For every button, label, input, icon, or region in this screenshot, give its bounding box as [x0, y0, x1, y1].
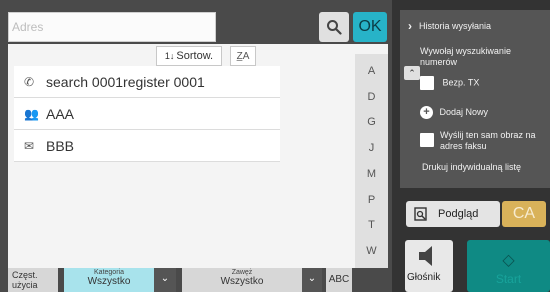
direct-tx-checkbox[interactable]: [420, 76, 434, 90]
address-list-area: 1↓ Sortow. Z̲A ✆ search 0001register 000…: [8, 44, 388, 268]
search-button[interactable]: [319, 12, 349, 42]
speaker-icon: [419, 246, 432, 266]
preview-icon: [414, 207, 427, 221]
sort-order-button[interactable]: Z̲A: [230, 46, 256, 66]
phone-icon: ✆: [24, 74, 35, 89]
tab-category[interactable]: Kategoria Wszystko: [64, 268, 154, 292]
index-letter-t[interactable]: T: [368, 219, 375, 231]
sort-order-icon: Z̲A: [236, 50, 250, 62]
speaker-button[interactable]: [405, 240, 453, 292]
list-item[interactable]: ✉ BBB: [14, 130, 280, 162]
list-item-label: search 0001register 0001: [46, 73, 205, 90]
alphabet-index: A D G J M P T W: [355, 54, 388, 268]
address-list: ✆ search 0001register 0001 👥 AAA ✉ BBB: [14, 66, 280, 162]
list-item-label: BBB: [46, 137, 75, 154]
sort-label: Sortow.: [176, 50, 214, 62]
direct-tx-label: Bezp. TX: [442, 77, 480, 88]
index-letter-w[interactable]: W: [366, 245, 376, 257]
plus-icon: +: [420, 106, 433, 119]
number-search-label: Wywołaj wyszukiwanie numerów: [420, 46, 511, 67]
print-list-label: Drukuj indywidualną listę: [422, 162, 522, 172]
ca-button[interactable]: CA: [502, 201, 546, 227]
preview-button[interactable]: Podgląd: [406, 201, 500, 227]
list-item-label: AAA: [46, 105, 75, 122]
bottom-tab-bar: Częst. użycia Kategoria Wszystko ⌄ Zawęż…: [8, 268, 388, 292]
list-item[interactable]: ✆ search 0001register 0001: [14, 66, 280, 98]
add-new-label: Dodaj Nowy: [439, 106, 489, 117]
address-input[interactable]: Adres: [8, 12, 216, 42]
address-book-panel: Adres OK 1↓ Sortow. Z̲A ✆ search 0001reg…: [0, 0, 392, 292]
narrow-dropdown-button[interactable]: ⌄: [302, 268, 322, 292]
direct-tx-option[interactable]: Bezp. TX: [420, 76, 479, 90]
chevron-down-icon: ⌄: [160, 273, 170, 284]
list-item[interactable]: 👥 AAA: [14, 98, 280, 130]
index-letter-a[interactable]: A: [368, 65, 375, 77]
index-letter-d[interactable]: D: [368, 91, 376, 103]
chevron-down-icon: ⌄: [307, 273, 317, 284]
tab-category-label: Kategoria: [94, 269, 124, 276]
tab-abc[interactable]: ABC: [326, 268, 352, 292]
tab-narrow-label: Zawęż: [231, 269, 253, 276]
tab-abc-label: ABC: [328, 274, 350, 285]
send-same-option[interactable]: Wyślij ten sam obraz na adres faksu: [420, 130, 548, 152]
scroll-up-button[interactable]: ⌃: [404, 66, 420, 80]
index-letter-p[interactable]: P: [368, 194, 375, 206]
index-letter-m[interactable]: M: [367, 168, 376, 180]
ok-button[interactable]: OK: [353, 12, 387, 42]
preview-label: Podgląd: [438, 208, 479, 220]
send-same-label: Wyślij ten sam obraz na adres faksu: [440, 130, 536, 151]
start-label: Start: [495, 272, 522, 286]
history-button[interactable]: › Historia wysyłania: [408, 18, 491, 34]
add-new-option[interactable]: + Dodaj Nowy: [420, 106, 488, 119]
history-label: Historia wysyłania: [419, 21, 492, 31]
index-letter-j[interactable]: J: [369, 142, 375, 154]
tab-category-value: Wszystko: [87, 276, 131, 287]
number-search-option[interactable]: Wywołaj wyszukiwanie numerów: [420, 46, 548, 68]
search-icon: [327, 20, 342, 35]
chevron-up-icon: ⌃: [408, 67, 416, 78]
start-icon: ◇: [502, 252, 515, 269]
category-dropdown-button[interactable]: ⌄: [154, 268, 176, 292]
tab-narrow-value: Wszystko: [220, 276, 264, 287]
tab-frequent[interactable]: Częst. użycia: [8, 268, 58, 292]
speaker-label: Głośnik: [407, 272, 441, 283]
send-same-checkbox[interactable]: [420, 133, 434, 147]
start-button[interactable]: ◇ Start: [467, 240, 550, 292]
print-list-option[interactable]: Drukuj indywidualną listę: [422, 162, 546, 173]
chevron-right-icon: ›: [408, 19, 412, 33]
sort-icon: 1↓: [164, 50, 175, 61]
tab-frequent-label: Częst. użycia: [12, 270, 38, 290]
email-icon: ✉: [24, 138, 35, 153]
options-panel: › Historia wysyłania Wywołaj wyszukiwani…: [400, 10, 550, 188]
tab-narrow[interactable]: Zawęż Wszystko: [182, 268, 302, 292]
index-letter-g[interactable]: G: [367, 116, 376, 128]
sort-button[interactable]: 1↓ Sortow.: [156, 46, 222, 66]
group-icon: 👥: [24, 106, 39, 121]
